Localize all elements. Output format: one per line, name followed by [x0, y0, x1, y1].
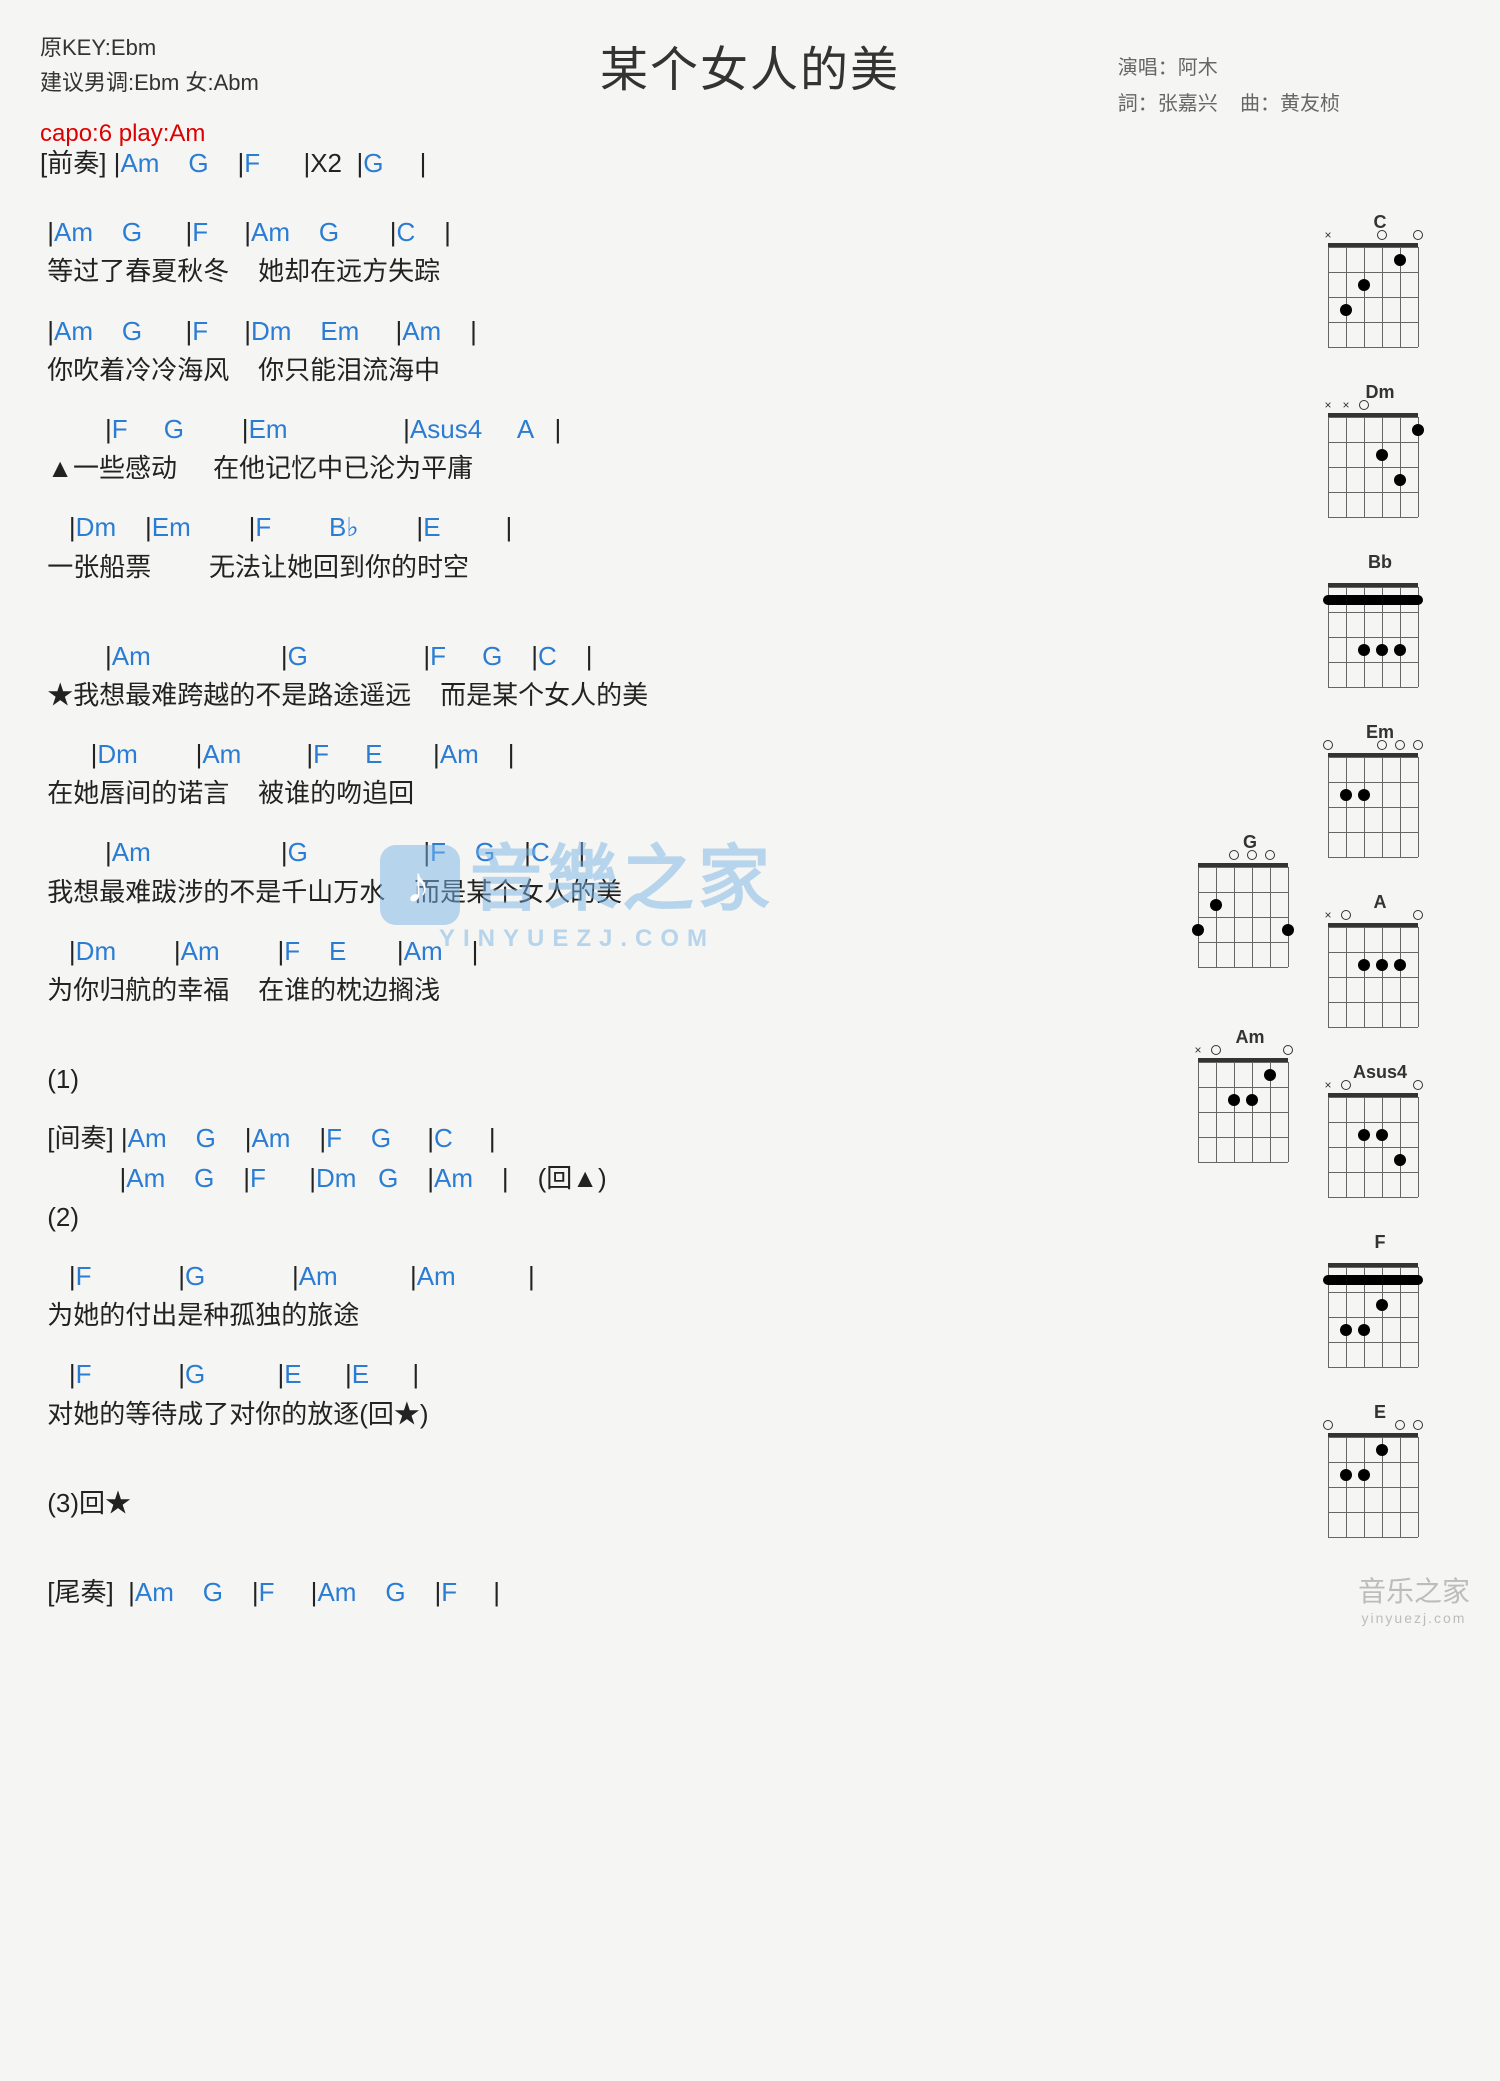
sheet-header: 原KEY:Ebm 建议男调:Ebm 女:Abm 某个女人的美 演唱：阿木 詞：张… — [40, 30, 1460, 100]
chord-diagram-am: Am× — [1198, 1027, 1302, 1162]
key-info: 原KEY:Ebm 建议男调:Ebm 女:Abm — [40, 30, 259, 100]
chord-line: [间奏] |Am G |Am |F G |C | — [40, 1123, 1140, 1154]
chord-line: [前奏] |Am G |F |X2 |G | — [40, 148, 1140, 179]
chord-diagram-f: F — [1328, 1232, 1432, 1367]
chord-line: |Dm |Am |F E |Am | — [40, 936, 1140, 967]
section-gap — [40, 187, 1140, 217]
chord-line: |Am G |F |Dm Em |Am | — [40, 316, 1140, 347]
lyric-line: (3)回★ — [40, 1488, 1140, 1519]
lyric-line: 我想最难跋涉的不是千山万水 而是某个女人的美 — [40, 877, 1140, 908]
chord-line: |F |G |Am |Am | — [40, 1261, 1140, 1292]
chord-diagram-dm: Dm×× — [1328, 382, 1432, 517]
chord-line: |Dm |Em |F B♭ |E | — [40, 512, 1140, 543]
lyric-line: 对她的等待成了对你的放逐(回★) — [40, 1399, 1140, 1430]
chord-line: |Am G |F |Dm G |Am | (回▲) — [40, 1163, 1140, 1194]
chord-diagram-c: C× — [1328, 212, 1432, 347]
section-gap — [40, 1547, 1140, 1577]
chord-diagram-asus4: Asus4× — [1328, 1062, 1432, 1197]
lyric-line: 为你归航的幸福 在谁的枕边搁浅 — [40, 975, 1140, 1006]
chord-line: |Am G |F |Am G |C | — [40, 217, 1140, 248]
section-label: [前奏] — [40, 148, 114, 178]
suggested-key: 建议男调:Ebm 女:Abm — [40, 65, 259, 100]
chord-diagram-g: G — [1198, 832, 1302, 967]
corner-logo: 音乐之家 yinyuezj.com — [1358, 1570, 1470, 1626]
chord-diagram-e: E — [1328, 1402, 1432, 1537]
chord-diagram-a: A× — [1328, 892, 1432, 1027]
chord-diagram-em: Em — [1328, 722, 1432, 857]
lyric-line: (2) — [40, 1202, 1140, 1233]
lyric-line: 在她唇间的诺言 被谁的吻追回 — [40, 778, 1140, 809]
chord-line: [尾奏] |Am G |F |Am G |F | — [40, 1577, 1140, 1608]
writer-credit: 詞：张嘉兴 曲：黄友桢 — [1118, 86, 1340, 122]
chord-sheet: [前奏] |Am G |F |X2 |G | |Am G |F |Am G |C… — [40, 148, 1140, 1608]
lyric-line: 为她的付出是种孤独的旅途 — [40, 1300, 1140, 1331]
lyric-line: ★我想最难跨越的不是路途遥远 而是某个女人的美 — [40, 680, 1140, 711]
chord-diagram-bb: Bb — [1328, 552, 1432, 687]
lyric-line: 你吹着冷冷海风 你只能泪流海中 — [40, 355, 1140, 386]
capo-instruction: capo:6 play:Am — [40, 120, 1460, 148]
section-gap — [40, 1458, 1140, 1488]
chord-line: |F G |Em |Asus4 A | — [40, 414, 1140, 445]
chord-line: |Am |G |F G |C | — [40, 641, 1140, 672]
chord-line: |Am |G |F G |C | — [40, 837, 1140, 868]
original-key: 原KEY:Ebm — [40, 30, 259, 65]
section-label: [尾奏] — [40, 1577, 128, 1607]
chord-diagram-label: F — [1328, 1232, 1432, 1253]
lyric-line: (1) — [40, 1064, 1140, 1095]
lyric-line: 一张船票 无法让她回到你的时空 — [40, 552, 1140, 583]
section-gap — [40, 1034, 1140, 1064]
chord-line: |F |G |E |E | — [40, 1359, 1140, 1390]
chord-line: |Dm |Am |F E |Am | — [40, 739, 1140, 770]
lyric-line: 等过了春夏秋冬 她却在远方失踪 — [40, 256, 1140, 287]
section-label: [间奏] — [40, 1123, 121, 1153]
chord-diagram-label: Bb — [1328, 552, 1432, 573]
section-gap — [40, 611, 1140, 641]
lyric-line: ▲一些感动 在他记忆中已沦为平庸 — [40, 453, 1140, 484]
credits: 演唱：阿木 詞：张嘉兴 曲：黄友桢 — [1118, 50, 1340, 122]
singer-credit: 演唱：阿木 — [1118, 50, 1340, 86]
